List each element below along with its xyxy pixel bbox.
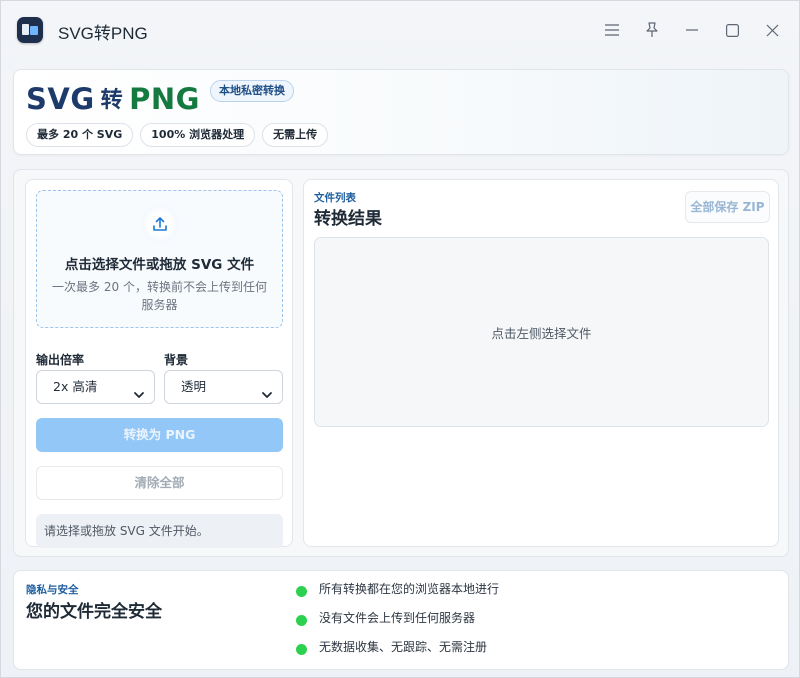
title-bar: SVG转PNG [1, 1, 799, 59]
convert-button[interactable]: 转换为 PNG [36, 418, 283, 452]
brand-svg-text: SVG [26, 82, 95, 116]
window-title: SVG转PNG [58, 24, 148, 43]
green-dot-icon [296, 644, 307, 655]
results-empty-text: 点击左侧选择文件 [491, 325, 592, 341]
dropzone-subtitle: 一次最多 20 个，转换前不会上传到任何服务器 [52, 280, 267, 312]
close-icon[interactable] [762, 20, 782, 40]
brand-png-text: PNG [129, 82, 200, 116]
chip-no-upload: 无需上传 [262, 123, 329, 147]
upload-icon [141, 205, 179, 243]
app-window: SVG转PNG SVG 转 PNG 本地私密转换 最多 20 个 SVG 100% … [0, 0, 800, 678]
minimize-icon[interactable] [682, 20, 702, 40]
brand-to-text: 转 [100, 88, 124, 113]
local-private-badge: 本地私密转换 [210, 80, 294, 102]
chip-max-files: 最多 20 个 SVG [26, 123, 134, 147]
clear-all-button[interactable]: 清除全部 [36, 466, 283, 500]
privacy-title: 您的文件完全安全 [26, 602, 162, 622]
green-dot-icon [296, 586, 307, 597]
privacy-item-text: 无数据收集、无跟踪、无需注册 [319, 640, 488, 654]
green-dot-icon [296, 615, 307, 626]
maximize-icon[interactable] [722, 20, 742, 40]
privacy-kicker: 隐私与安全 [26, 584, 79, 596]
privacy-item-text: 没有文件会上传到任何服务器 [319, 611, 476, 625]
scale-select[interactable]: 2x 高清 [36, 370, 155, 404]
status-message: 请选择或拖放 SVG 文件开始。 [36, 514, 283, 548]
privacy-item-text: 所有转换都在您的浏览器本地进行 [319, 582, 500, 596]
results-title: 转换结果 [314, 209, 382, 229]
background-select-value: 透明 [181, 379, 207, 394]
brand-title: SVG 转 PNG [26, 82, 200, 116]
privacy-list: 所有转换都在您的浏览器本地进行 没有文件会上传到任何服务器 无数据收集、无跟踪、… [294, 581, 499, 668]
chevron-down-icon [133, 381, 145, 413]
results-kicker: 文件列表 [314, 192, 356, 204]
input-panel: 点击选择文件或拖放 SVG 文件 一次最多 20 个，转换前不会上传到任何服务器… [25, 179, 293, 548]
privacy-section: 隐私与安全 您的文件完全安全 所有转换都在您的浏览器本地进行 没有文件会上传到任… [13, 570, 789, 670]
hero-header: SVG 转 PNG 本地私密转换 最多 20 个 SVG 100% 浏览器处理 无需… [13, 69, 789, 155]
scale-label: 输出倍率 [36, 353, 85, 367]
pin-icon[interactable] [642, 20, 662, 40]
scale-select-value: 2x 高清 [53, 379, 98, 394]
feature-chips: 最多 20 个 SVG 100% 浏览器处理 无需上传 [26, 123, 329, 147]
converter-panel: 点击选择文件或拖放 SVG 文件 一次最多 20 个，转换前不会上传到任何服务器… [13, 169, 789, 557]
privacy-item: 没有文件会上传到任何服务器 [294, 610, 499, 639]
privacy-item: 所有转换都在您的浏览器本地进行 [294, 581, 499, 610]
privacy-item: 无数据收集、无跟踪、无需注册 [294, 639, 499, 668]
file-dropzone[interactable]: 点击选择文件或拖放 SVG 文件 一次最多 20 个，转换前不会上传到任何服务器 [36, 190, 283, 328]
background-select[interactable]: 透明 [164, 370, 283, 404]
chevron-down-icon [261, 381, 273, 413]
results-panel: 文件列表 转换结果 全部保存 ZIP 点击左侧选择文件 [303, 179, 779, 547]
menu-icon[interactable] [602, 20, 622, 40]
results-empty-state[interactable]: 点击左侧选择文件 [314, 237, 769, 427]
save-all-zip-button[interactable]: 全部保存 ZIP [685, 191, 770, 223]
chip-browser-processing: 100% 浏览器处理 [140, 123, 256, 147]
background-label: 背景 [164, 353, 189, 367]
app-logo-icon [17, 17, 43, 43]
dropzone-title: 点击选择文件或拖放 SVG 文件 [64, 257, 255, 273]
